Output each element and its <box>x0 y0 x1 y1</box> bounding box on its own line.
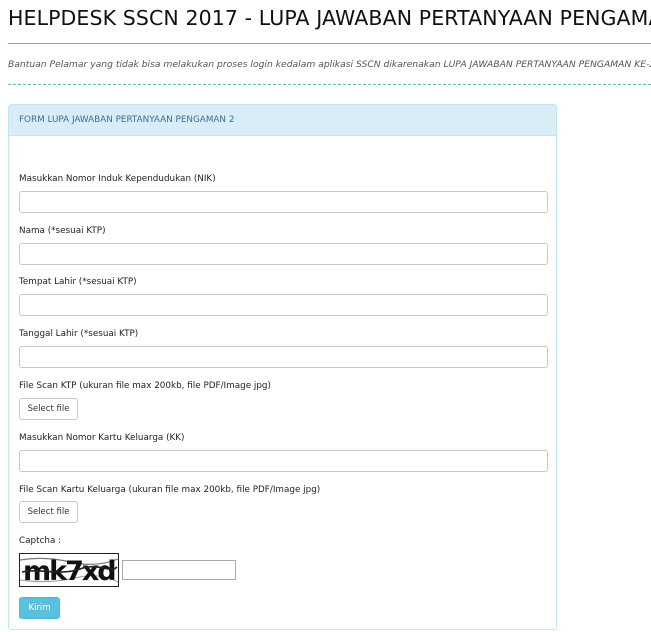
title-divider <box>8 43 651 44</box>
nama-input[interactable] <box>19 243 548 265</box>
captcha-input[interactable] <box>122 560 236 580</box>
file-ktp-select-button[interactable]: Select file <box>19 398 78 420</box>
form-panel-heading: FORM LUPA JAWABAN PERTANYAAN PENGAMAN 2 <box>9 105 556 136</box>
form-panel: FORM LUPA JAWABAN PERTANYAAN PENGAMAN 2 … <box>8 104 557 630</box>
kk-input[interactable] <box>19 450 548 472</box>
nik-label: Masukkan Nomor Induk Kependudukan (NIK) <box>19 174 216 184</box>
file-kk-select-button[interactable]: Select file <box>19 501 78 523</box>
tanggal-lahir-input[interactable] <box>19 346 548 368</box>
tanggal-lahir-label: Tanggal Lahir (*sesuai KTP) <box>19 329 139 339</box>
captcha-graphic: mk7xd <box>20 554 118 586</box>
tempat-lahir-label: Tempat Lahir (*sesuai KTP) <box>19 277 137 287</box>
nama-label: Nama (*sesuai KTP) <box>19 226 106 236</box>
submit-button[interactable]: Kirim <box>19 597 60 619</box>
page: HELPDESK SSCN 2017 - LUPA JAWABAN PERTAN… <box>0 0 651 632</box>
captcha-label: Captcha : <box>19 536 62 546</box>
tempat-lahir-input[interactable] <box>19 294 548 316</box>
page-subtitle: Bantuan Pelamar yang tidak bisa melakuka… <box>8 59 651 70</box>
file-kk-label: File Scan Kartu Keluarga (ukuran file ma… <box>19 485 321 495</box>
kk-label: Masukkan Nomor Kartu Keluarga (KK) <box>19 433 185 443</box>
file-ktp-label: File Scan KTP (ukuran file max 200kb, fi… <box>19 381 271 391</box>
page-title: HELPDESK SSCN 2017 - LUPA JAWABAN PERTAN… <box>8 6 651 30</box>
dashed-divider <box>8 84 651 85</box>
nik-input[interactable] <box>19 191 548 213</box>
captcha-image: mk7xd <box>19 553 119 587</box>
